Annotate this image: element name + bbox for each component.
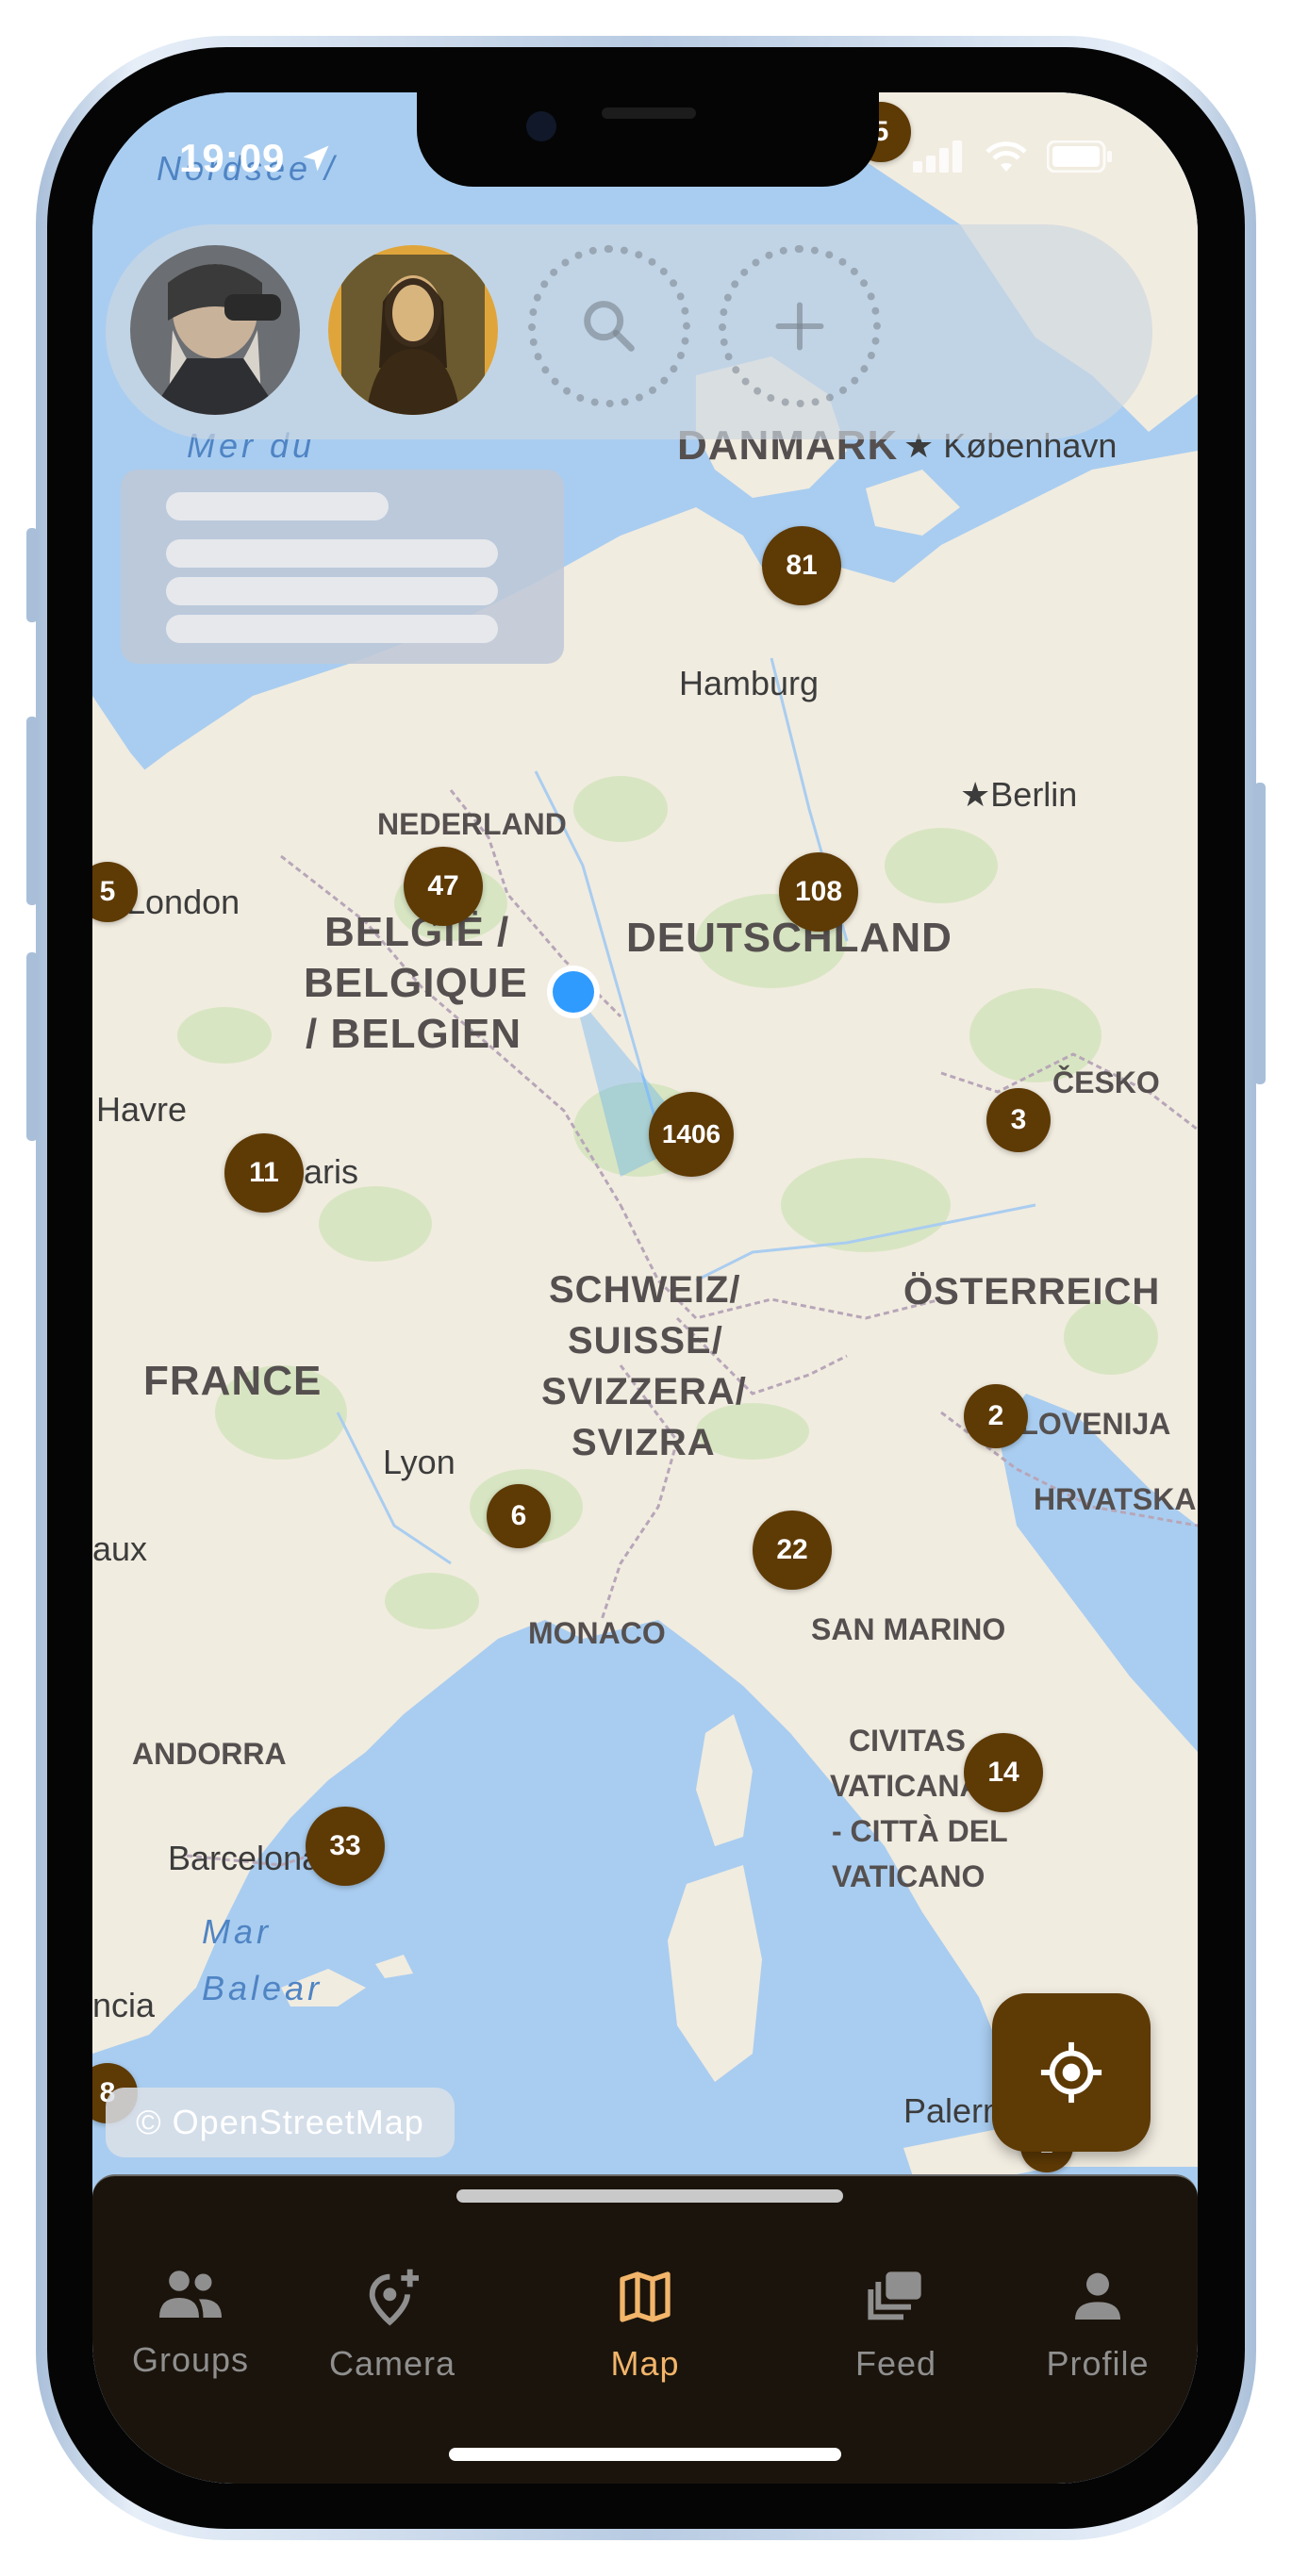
photo-cluster-marker[interactable]: 2 <box>964 1384 1028 1448</box>
tab-label: Camera <box>328 2344 456 2383</box>
country-label: SVIZRA <box>571 1422 716 1463</box>
screen: Nordsee / Mer du DANMARK ★ København Ham… <box>92 92 1198 2484</box>
volume-down-button <box>26 952 38 1141</box>
avatar-leonardo[interactable] <box>130 245 300 415</box>
feed-icon <box>868 2271 921 2320</box>
tab-feed[interactable]: Feed <box>802 2267 990 2408</box>
bottom-sheet[interactable] <box>92 2174 1198 2233</box>
cellular-signal-icon <box>913 140 962 173</box>
tab-camera[interactable]: Camera <box>298 2267 487 2408</box>
search-icon <box>584 301 635 352</box>
notch <box>417 92 879 187</box>
photo-cluster-marker[interactable]: 6 <box>487 1484 551 1548</box>
city-label: ncia <box>92 1986 156 2024</box>
skeleton-line <box>166 539 498 568</box>
country-label: ČESKO <box>1052 1065 1160 1099</box>
gps-crosshair-icon <box>1040 2041 1102 2104</box>
country-label: VATICANO <box>832 1859 986 1893</box>
leonardo-portrait-icon <box>130 245 300 415</box>
country-label: MONACO <box>528 1616 666 1650</box>
country-label: FRANCE <box>143 1358 323 1404</box>
city-label: Barcelona <box>168 1839 322 1877</box>
country-label: SCHWEIZ/ <box>549 1269 741 1311</box>
map-attribution[interactable]: © OpenStreetMap <box>106 2088 455 2157</box>
mute-switch <box>26 528 38 622</box>
photo-cluster-marker[interactable]: 14 <box>964 1733 1043 1812</box>
city-label: London <box>126 883 240 921</box>
tab-profile[interactable]: Profile <box>1003 2267 1192 2408</box>
photo-cluster-marker[interactable]: 81 <box>762 526 841 605</box>
user-location-dot <box>553 971 594 1013</box>
photo-cluster-marker[interactable]: 22 <box>753 1511 832 1590</box>
country-label: ÖSTERREICH <box>903 1271 1161 1313</box>
country-label: DEUTSCHLAND <box>626 915 952 961</box>
country-label: / BELGIEN <box>306 1011 522 1057</box>
add-button[interactable] <box>719 245 881 407</box>
skeleton-line <box>166 577 498 605</box>
country-label: HRVATSKA <box>1034 1482 1197 1516</box>
tab-map[interactable]: Map <box>551 2267 739 2408</box>
add-location-icon <box>369 2269 419 2326</box>
city-label: ★Berlin <box>960 775 1078 814</box>
photo-cluster-marker[interactable]: 108 <box>779 852 858 932</box>
tab-label: Groups <box>131 2340 250 2379</box>
photo-cluster-marker[interactable]: 47 <box>404 847 483 926</box>
status-time: 19:09 <box>179 136 335 181</box>
city-label: Hamburg <box>679 664 820 702</box>
country-label: SUISSE/ <box>568 1320 723 1362</box>
power-button <box>1254 783 1266 1084</box>
country-label: ANDORRA <box>132 1737 287 1771</box>
location-arrow-icon <box>303 145 329 172</box>
country-label: SVIZZERA/ <box>541 1371 747 1412</box>
mona-lisa-portrait-icon <box>328 245 498 415</box>
city-label: aux <box>92 1529 148 1568</box>
wifi-icon <box>986 141 1027 172</box>
skeleton-line <box>166 492 389 520</box>
volume-up-button <box>26 717 38 905</box>
sea-label: Mar <box>202 1912 272 1951</box>
country-label: SAN MARINO <box>811 1612 1006 1646</box>
country-label: - CITTÀ DEL <box>832 1814 1008 1848</box>
country-label: NEDERLAND <box>377 807 567 841</box>
tab-groups[interactable]: Groups <box>96 2267 285 2408</box>
profile-icon <box>1075 2272 1120 2320</box>
home-indicator[interactable] <box>449 2448 841 2461</box>
photo-cluster-marker[interactable]: 1406 <box>649 1092 734 1177</box>
battery-icon <box>1047 140 1112 173</box>
photo-cluster-marker[interactable]: 3 <box>986 1088 1051 1152</box>
country-label: BELGIQUE <box>304 960 528 1006</box>
search-button[interactable] <box>528 245 690 407</box>
loading-placeholder-card <box>121 470 564 664</box>
plus-icon <box>775 302 824 351</box>
bottom-sheet-handle[interactable] <box>456 2189 843 2203</box>
groups-icon <box>159 2271 222 2318</box>
tab-label: Profile <box>1046 2344 1150 2383</box>
tab-label: Map <box>610 2344 680 2383</box>
photo-cluster-marker[interactable]: 33 <box>306 1807 385 1886</box>
tab-bar: Groups Camera Map Feed Profile <box>92 2229 1198 2484</box>
avatar-mona-lisa[interactable] <box>328 245 498 415</box>
tab-label: Feed <box>854 2344 937 2383</box>
city-label: Havre <box>96 1090 188 1129</box>
speaker <box>602 107 696 119</box>
photo-cluster-marker[interactable]: 11 <box>224 1133 304 1213</box>
city-label: Lyon <box>383 1443 456 1481</box>
country-label: CIVITAS <box>849 1724 966 1758</box>
sea-label: Balear <box>202 1969 323 2007</box>
locate-me-button[interactable] <box>992 1993 1151 2152</box>
front-camera <box>526 111 556 141</box>
map-icon <box>620 2271 671 2322</box>
country-label: VATICANA <box>830 1769 982 1803</box>
status-right <box>913 140 1113 173</box>
skeleton-line <box>166 615 498 643</box>
